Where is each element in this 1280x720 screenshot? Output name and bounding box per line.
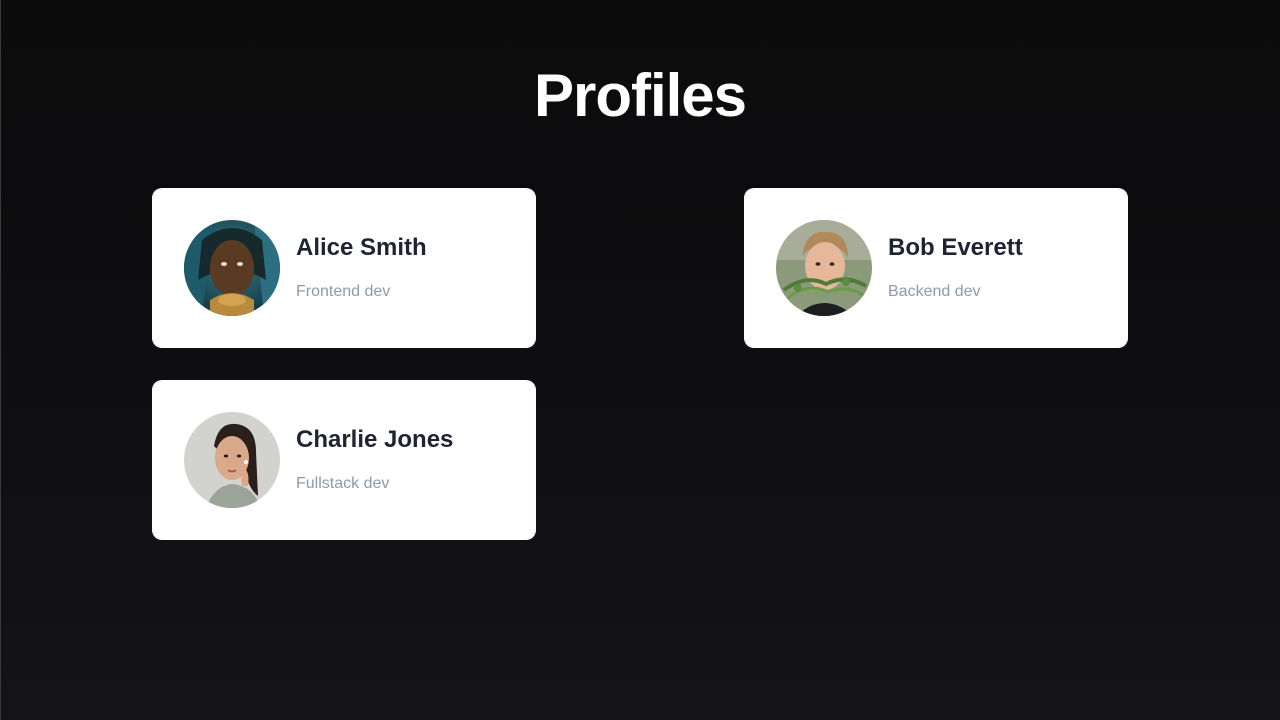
profile-name: Alice Smith (296, 234, 427, 261)
page-title: Profiles (533, 62, 747, 129)
profile-card-bob[interactable]: Bob Everett Backend dev (744, 188, 1128, 348)
person-avatar-icon (776, 220, 872, 316)
profile-role: Frontend dev (296, 283, 391, 300)
person-avatar-icon (184, 220, 280, 316)
profile-name: Bob Everett (888, 234, 1023, 261)
profile-card-alice[interactable]: Alice Smith Frontend dev (152, 188, 536, 348)
avatar (184, 412, 280, 508)
person-avatar-icon (184, 412, 280, 508)
profile-name: Charlie Jones (296, 426, 454, 453)
avatar (776, 220, 872, 316)
profile-role: Backend dev (888, 283, 981, 300)
profile-card-charlie[interactable]: Charlie Jones Fullstack dev (152, 380, 536, 540)
profile-role: Fullstack dev (296, 475, 390, 492)
avatar (184, 220, 280, 316)
